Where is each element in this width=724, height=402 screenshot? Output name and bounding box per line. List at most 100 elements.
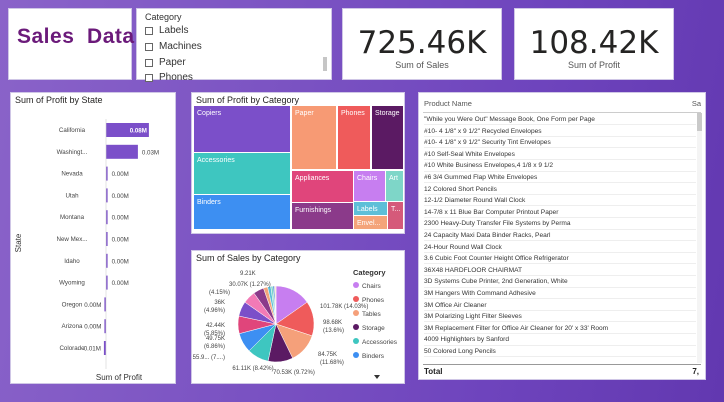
header-divider — [423, 112, 701, 113]
table-scrollbar[interactable] — [697, 113, 702, 363]
slicer-item-label: Machines — [159, 41, 202, 52]
treemap-tile-label: Phones — [341, 110, 365, 117]
pie-data-label: 42.44K — [206, 323, 225, 329]
table-row[interactable]: 50 Colored Long Pencils — [424, 346, 696, 358]
checkbox[interactable] — [145, 58, 153, 67]
state-bar[interactable] — [106, 144, 138, 159]
kpi-sales-card: 725.46K Sum of Sales — [342, 8, 502, 80]
pie-data-label: (13.6%) — [323, 328, 344, 334]
pie-data-label: 36K — [214, 300, 225, 306]
pie-data-label: (11.68%) — [320, 360, 344, 366]
legend-item[interactable]: Storage — [362, 325, 385, 332]
state-bar-label: 0.00M — [112, 280, 129, 287]
kpi-profit-value: 108.42K — [529, 25, 659, 61]
table-row[interactable]: 24 Capacity Maxi Data Binder Racks, Pear… — [424, 230, 696, 242]
category-slicer[interactable]: Category Labels Machines Paper Phones — [136, 8, 332, 83]
column-header-product-name[interactable]: Product Name — [424, 99, 472, 108]
table-row[interactable]: 3M Polarizing Light Filter Sleeves — [424, 311, 696, 323]
state-tick-label: Montana — [60, 214, 85, 221]
slicer-item-paper[interactable]: Paper — [145, 57, 186, 68]
table-row[interactable]: 3M Replacement Filter for Office Air Cle… — [424, 323, 696, 335]
state-bar-label: 0.03M — [142, 149, 159, 156]
state-tick-label: California — [59, 127, 86, 134]
dashboard-title: Sales Data — [17, 25, 135, 48]
pie-data-label: 30.07K (1.27%) — [229, 282, 271, 288]
legend-marker — [353, 282, 359, 288]
pie-data-label: (4.96%) — [204, 308, 225, 314]
state-bar-svg[interactable]: State Sum of Profit California 0.08M Washi… — [11, 93, 177, 383]
legend-marker — [353, 324, 359, 330]
state-bar-label: 0.00M — [112, 237, 129, 244]
table-row[interactable]: 2300 Heavy-Duty Transfer File Systems by… — [424, 218, 696, 230]
pie-data-label: 55.9... (7....) — [193, 355, 225, 361]
total-value: 7, — [692, 367, 699, 376]
scrollbar-thumb[interactable] — [697, 113, 702, 131]
table-row[interactable]: #10- 4 1/8" x 9 1/2" Security Tint Envel… — [424, 137, 696, 149]
legend-item[interactable]: Binders — [362, 353, 385, 360]
state-tick-label: Arizona — [62, 323, 84, 330]
table-row[interactable]: #6 3/4 Gummed Flap White Envelopes — [424, 172, 696, 184]
slicer-item-phones[interactable]: Phones — [145, 72, 193, 83]
state-tick-label: Washingt... — [57, 149, 88, 156]
state-bar-label: 0.00M — [84, 302, 101, 309]
table-row[interactable]: #10 White Business Envelopes,4 1/8 x 9 1… — [424, 160, 696, 172]
legend-item[interactable]: Tables — [362, 311, 382, 318]
checkbox[interactable] — [145, 26, 153, 35]
table-row[interactable]: 4009 Highlighters by Sanford — [424, 334, 696, 346]
product-sales-table[interactable]: Product Name Sa "While you Were Out" Mes… — [418, 92, 706, 380]
profit-by-category-treemap[interactable]: Sum of Profit by Category Copiers Accesso… — [191, 92, 405, 234]
state-tick-label: Wyoming — [59, 280, 85, 287]
table-row[interactable]: 12 Colored Short Pencils — [424, 184, 696, 195]
slicer-item-machines[interactable]: Machines — [145, 41, 202, 52]
legend-scroll-down-icon[interactable] — [374, 375, 380, 379]
column-header-sales[interactable]: Sa — [692, 99, 701, 108]
slicer-scrollbar[interactable] — [323, 57, 327, 71]
treemap-tile-label: T... — [391, 206, 400, 213]
treemap-tile-label: Appliances — [295, 175, 330, 182]
profit-by-state-chart[interactable]: Sum of Profit by State State Sum of Prof… — [10, 92, 176, 384]
treemap-tile-label: Furnishings — [295, 207, 332, 214]
legend-item[interactable]: Phones — [362, 297, 385, 304]
state-tick-label: New Mex... — [57, 236, 88, 243]
y-axis-label: State — [14, 233, 23, 252]
pie-svg[interactable]: 101.78K (14.03%) 98.68K (13.6%) 84.75K (11.6… — [192, 251, 406, 383]
state-bar[interactable] — [103, 341, 106, 355]
state-bar-label: -0.01M — [82, 346, 101, 353]
treemap-tile-label: Copiers — [197, 110, 222, 117]
treemap-tile-label: Accessories — [197, 157, 235, 164]
pie-data-label: (6.86%) — [204, 344, 225, 350]
slicer-header: Category — [145, 12, 182, 22]
state-bar-label: 0.00M — [112, 193, 129, 200]
legend-title: Category — [353, 268, 386, 277]
checkbox[interactable] — [145, 73, 153, 82]
legend-marker — [353, 338, 359, 344]
pie-data-label: 9.21K — [240, 271, 256, 277]
kpi-sales-label: Sum of Sales — [395, 60, 449, 70]
table-row[interactable]: 14-7/8 x 11 Blue Bar Computer Printout P… — [424, 207, 696, 219]
table-row[interactable]: "While you Were Out" Message Book, One F… — [424, 114, 696, 126]
slicer-item-labels[interactable]: Labels — [145, 25, 188, 36]
table-row[interactable]: 12-1/2 Diameter Round Wall Clock — [424, 195, 696, 207]
treemap-tile-label: Chairs — [357, 175, 378, 182]
table-row[interactable]: #10- 4 1/8" x 9 1/2" Recycled Envelopes — [424, 126, 696, 137]
treemap-tile-label: Envel... — [357, 220, 380, 227]
table-row[interactable]: 3.6 Cubic Foot Counter Height Office Ref… — [424, 253, 696, 265]
table-row[interactable]: #10 Self-Seal White Envelopes — [424, 149, 696, 161]
table-row[interactable]: 3D Systems Cube Printer, 2nd Generation,… — [424, 276, 696, 288]
table-row[interactable]: 24-Hour Round Wall Clock — [424, 242, 696, 253]
state-bar-label: 0.00M — [112, 258, 129, 265]
table-row[interactable]: 3M Office Air Cleaner — [424, 300, 696, 311]
sales-by-category-pie[interactable]: Sum of Sales by Category 101.78K (14.03%… — [191, 250, 405, 384]
treemap-svg[interactable]: Copiers Accessories Binders Paper Phones Stor… — [192, 93, 406, 233]
table-row[interactable]: 36X48 HARDFLOOR CHAIRMAT — [424, 265, 696, 277]
table-row[interactable]: 3M Hangers With Command Adhesive — [424, 288, 696, 300]
treemap-tile-label: Art — [389, 175, 398, 182]
treemap-tile-label: Binders — [197, 199, 221, 206]
total-label: Total — [424, 367, 443, 376]
treemap-tile-label: Paper — [295, 110, 314, 117]
pie-data-label: 70.53K (9.72%) — [273, 370, 315, 376]
treemap-tile-label: Storage — [375, 110, 400, 117]
legend-item[interactable]: Accessories — [362, 339, 398, 346]
checkbox[interactable] — [145, 42, 153, 51]
legend-item[interactable]: Chairs — [362, 283, 382, 290]
